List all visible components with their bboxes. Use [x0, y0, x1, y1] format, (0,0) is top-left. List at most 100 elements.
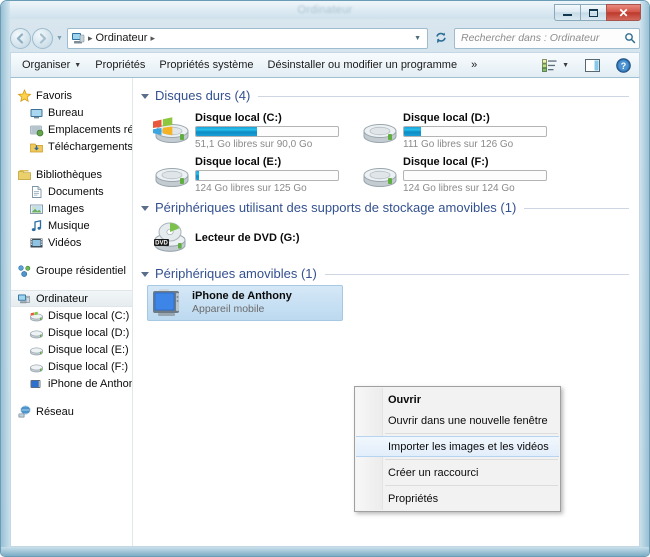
- sidebar-item-iphone[interactable]: iPhone de Anthony: [11, 375, 132, 392]
- collapse-triangle-icon[interactable]: [141, 272, 149, 277]
- sidebar-item-iphone-label: iPhone de Anthony: [48, 378, 132, 390]
- toolbar-proprietes-label: Propriétés: [95, 59, 145, 71]
- forward-button[interactable]: [32, 28, 53, 49]
- view-list-icon: [542, 59, 557, 72]
- sidebar-item-disque-f[interactable]: Disque local (F:): [11, 358, 132, 375]
- pictures-icon: [29, 202, 44, 216]
- explorer-window: Ordinateur ✕ ▼: [0, 0, 650, 557]
- drive-capacity-c: 51,1 Go libres sur 90,0 Go: [195, 139, 343, 150]
- drive-info-f: Disque local (F:) 124 Go libres sur 124 …: [403, 154, 551, 194]
- system-drive-icon: [151, 110, 191, 146]
- computer-icon: [17, 292, 32, 306]
- window-frame-right: [640, 1, 649, 556]
- title-bar[interactable]: Ordinateur ✕: [1, 1, 649, 23]
- sidebar-group-reseau[interactable]: Réseau: [11, 403, 132, 420]
- sidebar-item-musique[interactable]: Musique: [11, 217, 132, 234]
- group-title-disques-durs: Disques durs (4): [155, 88, 250, 103]
- svg-text:DVD: DVD: [155, 241, 168, 247]
- help-icon: ?: [616, 58, 631, 73]
- group-rule: [258, 96, 629, 97]
- sidebar-item-disque-c[interactable]: Disque local (C:): [11, 307, 132, 324]
- file-list-pane[interactable]: Disques durs (4): [133, 78, 639, 546]
- sidebar-group-favoris-label: Favoris: [36, 90, 72, 102]
- sidebar-item-telechargements-label: Téléchargements: [48, 141, 132, 153]
- collapse-triangle-icon[interactable]: [141, 94, 149, 99]
- group-header-disques-durs[interactable]: Disques durs (4): [141, 86, 639, 104]
- back-button[interactable]: [10, 28, 31, 49]
- toolbar-organiser[interactable]: Organiser ▼: [15, 56, 88, 74]
- context-menu-item-importer[interactable]: Importer les images et les vidéos: [356, 436, 559, 457]
- drive-usage-bar-d: [403, 126, 547, 137]
- context-menu-item-ouvrir-nouvelle-fenetre[interactable]: Ouvrir dans une nouvelle fenêtre: [355, 410, 560, 431]
- refresh-button[interactable]: [430, 28, 452, 49]
- device-tile-dvd[interactable]: DVD Lecteur de DVD (G:): [149, 218, 639, 258]
- toolbar-organiser-label: Organiser: [22, 59, 70, 71]
- group-rule: [524, 208, 629, 209]
- help-button[interactable]: ?: [612, 56, 635, 75]
- search-input[interactable]: Rechercher dans : Ordinateur: [461, 32, 624, 44]
- drive-name-e: Disque local (E:): [195, 156, 343, 168]
- context-menu-item-raccourci[interactable]: Créer un raccourci: [355, 462, 560, 483]
- forward-arrow-icon: [37, 33, 48, 44]
- group-title-supports-amovibles: Périphériques utilisant des supports de …: [155, 200, 516, 215]
- navigation-pane[interactable]: Favoris Bureau Emplacements récents Télé…: [11, 78, 133, 546]
- history-dropdown-icon[interactable]: ▼: [56, 35, 63, 42]
- sidebar-group-favoris[interactable]: Favoris: [11, 87, 132, 104]
- preview-pane-button[interactable]: [581, 57, 604, 74]
- drive-tile-c[interactable]: Disque local (C:) 51,1 Go libres sur 90,…: [149, 108, 345, 148]
- group-header-peripheriques-amovibles[interactable]: Périphériques amovibles (1): [141, 264, 639, 282]
- sidebar-item-bureau[interactable]: Bureau: [11, 104, 132, 121]
- sidebar-item-documents[interactable]: Documents: [11, 183, 132, 200]
- navigation-buttons: ▼: [10, 28, 63, 49]
- toolbar-overflow[interactable]: »: [464, 56, 484, 74]
- sidebar-item-ordinateur[interactable]: Ordinateur: [11, 290, 132, 307]
- sidebar-gap-3: [11, 279, 132, 290]
- drive-name-c: Disque local (C:): [195, 112, 343, 124]
- drive-tile-d[interactable]: Disque local (D:) 111 Go libres sur 126 …: [357, 108, 553, 148]
- context-menu-item-proprietes[interactable]: Propriétés: [355, 488, 560, 509]
- collapse-triangle-icon[interactable]: [141, 206, 149, 211]
- sidebar-item-videos[interactable]: Vidéos: [11, 234, 132, 251]
- breadcrumb-ordinateur[interactable]: Ordinateur: [93, 32, 149, 44]
- network-icon: [17, 405, 32, 419]
- toolbar-desinstaller-label: Désinstaller ou modifier un programme: [268, 59, 458, 71]
- maximize-button[interactable]: [580, 4, 606, 21]
- drive-icon: [29, 360, 44, 374]
- toolbar-proprietes[interactable]: Propriétés: [88, 56, 152, 74]
- view-options-button[interactable]: ▼: [538, 57, 573, 74]
- sidebar-item-emplacements-recents[interactable]: Emplacements récents: [11, 121, 132, 138]
- group-header-supports-amovibles[interactable]: Périphériques utilisant des supports de …: [141, 198, 639, 216]
- group-rule: [325, 274, 629, 275]
- drive-tile-e[interactable]: Disque local (E:) 124 Go libres sur 125 …: [149, 152, 345, 192]
- sidebar-item-images[interactable]: Images: [11, 200, 132, 217]
- sidebar-group-groupe-residentiel[interactable]: Groupe résidentiel: [11, 262, 132, 279]
- address-dropdown-icon[interactable]: ▼: [410, 35, 425, 42]
- sidebar-item-disque-d-label: Disque local (D:): [48, 327, 129, 339]
- sidebar-item-disque-d[interactable]: Disque local (D:): [11, 324, 132, 341]
- toolbar-proprietes-systeme[interactable]: Propriétés système: [152, 56, 260, 74]
- close-button[interactable]: ✕: [606, 4, 641, 21]
- search-box[interactable]: Rechercher dans : Ordinateur: [454, 28, 640, 49]
- address-bar[interactable]: ▸ Ordinateur ▸ ▼: [67, 28, 428, 49]
- drive-usage-bar-c: [195, 126, 339, 137]
- window-frame-left: [1, 1, 10, 556]
- context-menu[interactable]: Ouvrir Ouvrir dans une nouvelle fenêtre …: [354, 386, 561, 512]
- search-icon: [624, 32, 636, 44]
- downloads-icon: [29, 140, 44, 154]
- sidebar-item-disque-e[interactable]: Disque local (E:): [11, 341, 132, 358]
- desktop-icon: [29, 106, 44, 120]
- sidebar-item-ordinateur-label: Ordinateur: [36, 293, 88, 305]
- toolbar-desinstaller[interactable]: Désinstaller ou modifier un programme: [261, 56, 465, 74]
- sidebar-item-telechargements[interactable]: Téléchargements: [11, 138, 132, 155]
- videos-icon: [29, 236, 44, 250]
- context-menu-item-importer-label: Importer les images et les vidéos: [388, 441, 549, 453]
- breadcrumb-separator-end[interactable]: ▸: [149, 33, 156, 44]
- context-menu-item-ouvrir[interactable]: Ouvrir: [355, 389, 560, 410]
- sidebar-group-bibliotheques[interactable]: Bibliothèques: [11, 166, 132, 183]
- drive-tile-f[interactable]: Disque local (F:) 124 Go libres sur 124 …: [357, 152, 553, 192]
- preview-pane-icon: [585, 59, 600, 72]
- minimize-button[interactable]: [554, 4, 580, 21]
- device-tile-iphone[interactable]: iPhone de Anthony Appareil mobile: [147, 285, 343, 321]
- maximize-icon: [589, 9, 598, 17]
- drives-grid: Disque local (C:) 51,1 Go libres sur 90,…: [141, 106, 639, 194]
